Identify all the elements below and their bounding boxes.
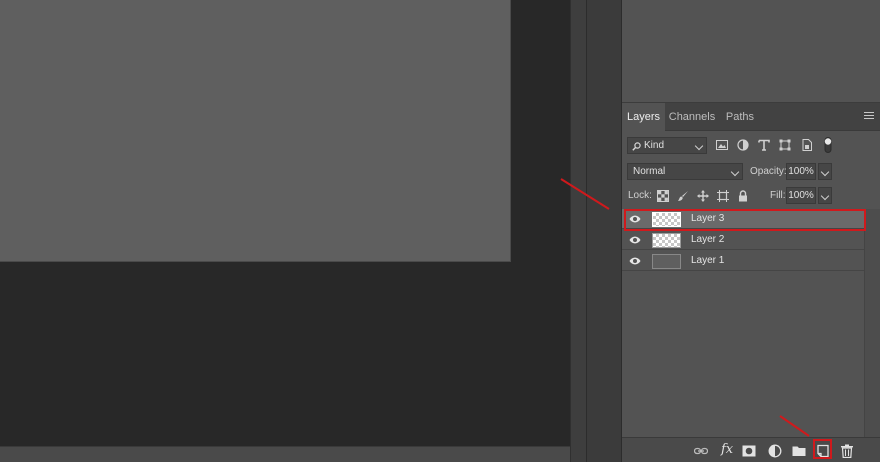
- opacity-label: Opacity:: [750, 166, 787, 177]
- panel-tab-bar: Layers Channels Paths: [622, 103, 880, 131]
- upper-panel: [622, 0, 880, 103]
- new-layer-highlight-box: [813, 439, 832, 459]
- chevron-down-icon: [694, 141, 704, 151]
- lock-image-icon[interactable]: [677, 190, 689, 202]
- layer-filter-row: Kind: [622, 135, 880, 155]
- layer-name: Layer 1: [691, 255, 725, 266]
- chevron-down-icon: [820, 167, 830, 177]
- type-filter-icon[interactable]: [758, 139, 770, 151]
- tab-paths[interactable]: Paths: [720, 103, 760, 131]
- layer-name: Layer 2: [691, 234, 725, 245]
- layer-row-layer-1[interactable]: Layer 1: [622, 251, 864, 271]
- vertical-scrollbar[interactable]: [570, 0, 586, 462]
- layer-thumbnail: [652, 254, 681, 269]
- hamburger-menu-icon[interactable]: [864, 112, 874, 121]
- kind-filter-select[interactable]: Kind: [627, 137, 707, 154]
- blend-row: Normal Opacity: 100%: [622, 162, 880, 182]
- document-canvas[interactable]: [0, 0, 511, 262]
- adjustment-layer-icon[interactable]: [768, 444, 782, 458]
- lock-artboard-icon[interactable]: [717, 190, 729, 202]
- fx-icon[interactable]: fx: [721, 442, 733, 457]
- layer-3-highlight-box: [624, 209, 866, 231]
- eye-icon[interactable]: [629, 235, 641, 245]
- new-group-icon[interactable]: [792, 444, 806, 458]
- adjustment-filter-icon[interactable]: [737, 139, 749, 151]
- horizontal-scrollbar[interactable]: [0, 446, 570, 462]
- layer-row-layer-2[interactable]: Layer 2: [622, 230, 864, 250]
- blend-mode-value: Normal: [633, 166, 666, 177]
- layers-scrollbar[interactable]: [864, 209, 880, 437]
- delete-layer-icon[interactable]: [840, 444, 854, 458]
- tab-channels[interactable]: Channels: [667, 103, 717, 131]
- lock-transparent-icon[interactable]: [657, 190, 669, 202]
- shape-filter-icon[interactable]: [779, 139, 791, 151]
- search-icon: [632, 142, 641, 151]
- opacity-slider-toggle[interactable]: [818, 163, 832, 180]
- opacity-input[interactable]: 100%: [786, 163, 816, 180]
- smart-object-filter-icon[interactable]: [801, 139, 813, 151]
- fill-slider-toggle[interactable]: [818, 187, 832, 204]
- layer-thumbnail: [652, 233, 681, 248]
- blend-mode-select[interactable]: Normal: [627, 163, 743, 180]
- chevron-down-icon: [730, 167, 740, 177]
- link-layers-icon[interactable]: [694, 444, 708, 458]
- layers-action-bar: fx: [622, 437, 880, 462]
- lock-label: Lock:: [628, 190, 652, 201]
- kind-label: Kind: [644, 140, 665, 151]
- filter-toggle-icon[interactable]: [822, 137, 834, 153]
- layers-panel: Layers Channels Paths Kind Normal Opacit…: [622, 103, 880, 462]
- fill-label: Fill:: [770, 190, 786, 201]
- image-filter-icon[interactable]: [716, 139, 728, 151]
- add-mask-icon[interactable]: [742, 444, 756, 458]
- collapsed-panel-dock[interactable]: [586, 0, 622, 462]
- fill-input[interactable]: 100%: [786, 187, 816, 204]
- canvas-workspace[interactable]: [0, 0, 570, 446]
- chevron-down-icon: [820, 191, 830, 201]
- lock-row: Lock: Fill: 100%: [622, 186, 880, 206]
- eye-icon[interactable]: [629, 256, 641, 266]
- lock-position-icon[interactable]: [697, 190, 709, 202]
- lock-all-icon[interactable]: [737, 190, 749, 202]
- tab-layers[interactable]: Layers: [622, 103, 665, 131]
